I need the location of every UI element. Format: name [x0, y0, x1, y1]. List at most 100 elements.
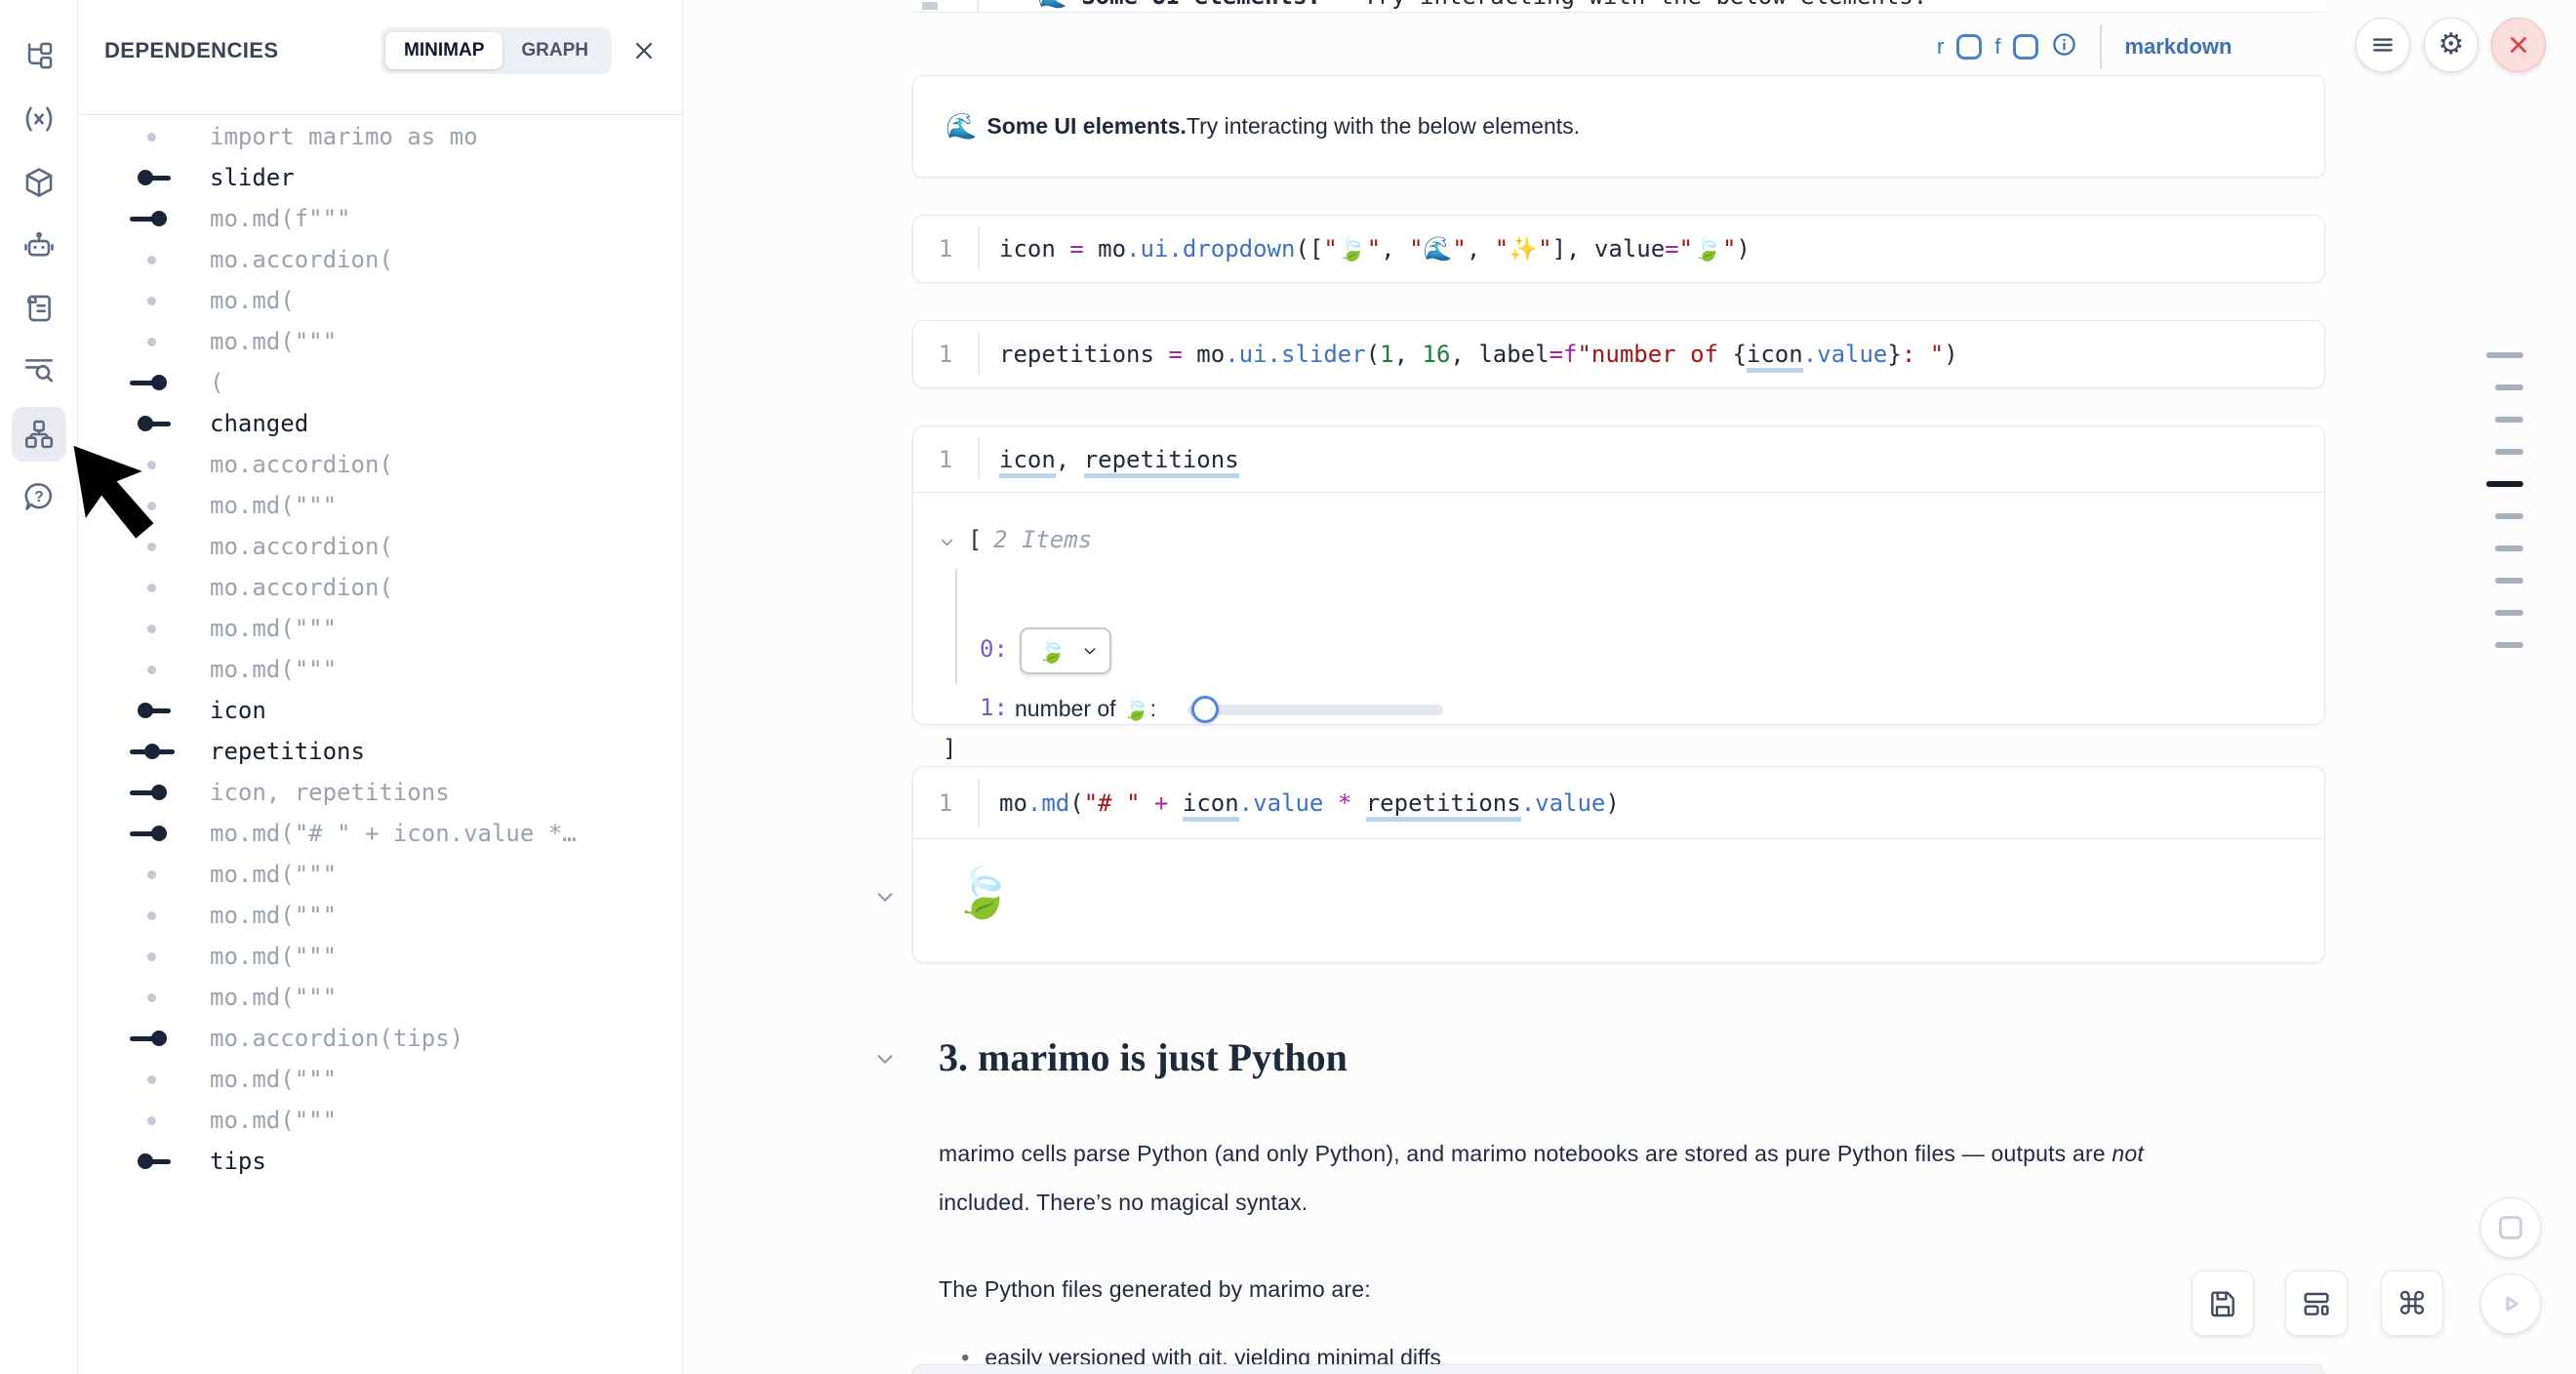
minimap-item[interactable]: mo.accordion(tips)	[79, 1018, 682, 1059]
scroll-rail-dash[interactable]	[2495, 578, 2523, 584]
stop-icon	[2499, 1216, 2522, 1239]
dependencies-panel: DEPENDENCIES MINIMAP GRAPH import marimo…	[79, 0, 683, 1374]
minimap-item[interactable]: (	[79, 362, 682, 403]
minimap-item[interactable]: changed	[79, 403, 682, 444]
minimap-item[interactable]: mo.accordion(	[79, 444, 682, 485]
scroll-rail-dash[interactable]	[2486, 481, 2523, 487]
minimap-item-label: icon, repetitions	[210, 779, 450, 806]
scroll-rail-dash[interactable]	[2495, 417, 2523, 423]
help-icon[interactable]: ?	[12, 469, 66, 524]
minimap-marker-use	[130, 772, 175, 813]
minimap-item[interactable]: mo.md("""	[79, 854, 682, 895]
collapse-section-icon[interactable]	[874, 1048, 896, 1074]
line-number: 1	[913, 321, 978, 387]
run-button[interactable]	[2480, 1273, 2541, 1334]
layout-button[interactable]	[2285, 1271, 2348, 1336]
minimap-item[interactable]: mo.accordion(	[79, 526, 682, 567]
minimap-marker-use	[130, 198, 175, 239]
repetitions-slider-knob[interactable]	[1191, 696, 1219, 723]
minimap-item-label: import marimo as mo	[210, 123, 478, 150]
close-panel-button[interactable]	[631, 38, 657, 63]
info-icon[interactable]	[2051, 31, 2077, 62]
minimap-item[interactable]: mo.md("""	[79, 608, 682, 649]
minimap-marker-both	[130, 731, 175, 772]
scroll-rail-dash[interactable]	[2495, 642, 2523, 648]
f-checkbox[interactable]	[2013, 34, 2038, 60]
minimap-marker-dot	[130, 1100, 175, 1141]
menu-button[interactable]	[2355, 18, 2410, 72]
scroll-rail-dash[interactable]	[2495, 449, 2523, 455]
minimap-marker-dot	[130, 485, 175, 526]
tab-minimap[interactable]: MINIMAP	[385, 32, 503, 69]
r-checkbox[interactable]	[1956, 34, 1982, 60]
icon-dropdown[interactable]: 🍃	[1020, 627, 1111, 674]
minimap-marker-use	[130, 813, 175, 854]
minimap-item[interactable]: mo.accordion(	[79, 567, 682, 608]
minimap-marker-dot	[130, 977, 175, 1018]
minimap-item[interactable]: slider	[79, 157, 682, 198]
scroll-rail-dash[interactable]	[2495, 513, 2523, 519]
gutter-separator	[978, 438, 980, 480]
ai-assistant-icon[interactable]	[12, 219, 66, 273]
slider-code-cell[interactable]: 1 repetitions = mo.ui.slider(1, 16, labe…	[912, 320, 2325, 388]
repetitions-slider-track[interactable]	[1187, 705, 1443, 715]
packages-icon[interactable]	[12, 155, 66, 210]
search-list-icon[interactable]	[12, 344, 66, 398]
shortcuts-button[interactable]: ⌘	[2381, 1271, 2443, 1336]
minimap-item[interactable]: mo.md("""	[79, 895, 682, 936]
gutter-separator	[977, 0, 979, 12]
minimap-item[interactable]: mo.md("""	[79, 1100, 682, 1141]
tab-graph[interactable]: GRAPH	[503, 32, 607, 69]
minimap-item[interactable]: tips	[79, 1141, 682, 1182]
minimap-item-label: repetitions	[210, 738, 365, 765]
next-cell-edge	[912, 1364, 2325, 1374]
minimap-item[interactable]: mo.md("""	[79, 936, 682, 977]
minimap-item[interactable]: import marimo as mo	[79, 116, 682, 157]
minimap-item-label: mo.accordion(	[210, 533, 393, 560]
minimap-marker-dot	[130, 895, 175, 936]
minimap-item[interactable]: mo.md("""	[79, 321, 682, 362]
dropdown-code-cell[interactable]: 1 icon = mo.ui.dropdown(["🍃", "🌊", "✨"],…	[912, 215, 2325, 283]
minimap-marker-dot	[130, 1059, 175, 1100]
minimap-item[interactable]: mo.md("""	[79, 485, 682, 526]
minimap-item[interactable]: mo.accordion(	[79, 239, 682, 280]
code-line[interactable]: icon = mo.ui.dropdown(["🍃", "🌊", "✨"], v…	[999, 235, 1751, 263]
minimap-item[interactable]: icon	[79, 690, 682, 731]
close-button[interactable]	[2491, 18, 2546, 72]
minimap-item[interactable]: mo.md("""	[79, 977, 682, 1018]
code-line[interactable]: repetitions = mo.ui.slider(1, 16, label=…	[999, 341, 1958, 368]
collapse-output-icon[interactable]	[874, 886, 896, 912]
md-editor[interactable]: 1 mo.md("# " + icon.value * repetitions.…	[913, 767, 2324, 839]
settings-button[interactable]: ⚙	[2424, 18, 2478, 72]
variables-icon[interactable]	[12, 92, 66, 146]
snippets-icon[interactable]	[12, 281, 66, 336]
stop-button[interactable]	[2480, 1197, 2541, 1258]
file-tree-icon[interactable]	[12, 28, 66, 83]
markdown-editor-toolbar: r f markdown	[1937, 23, 2232, 70]
minimap-item[interactable]: mo.md(f"""	[79, 198, 682, 239]
code-line[interactable]: mo.md("# " + icon.value * repetitions.va…	[999, 789, 1620, 817]
gear-icon: ⚙	[2438, 30, 2465, 60]
minimap-item[interactable]: mo.md("""	[79, 649, 682, 690]
tuple-cell: 1 icon, repetitions [ 2 Items 0: 🍃 1: nu…	[912, 425, 2325, 725]
scroll-rail-dash[interactable]	[2495, 546, 2523, 551]
tree-collapse-icon[interactable]	[939, 534, 955, 555]
scroll-rail-dash[interactable]	[2486, 352, 2523, 358]
minimap-item[interactable]: mo.md("""	[79, 1059, 682, 1100]
minimap-item[interactable]: icon, repetitions	[79, 772, 682, 813]
dependency-graph-icon[interactable]	[12, 407, 66, 462]
minimap-item[interactable]: mo.md("# " + icon.value *…	[79, 813, 682, 854]
minimap-item-label: mo.accordion(	[210, 451, 393, 478]
minimap-item[interactable]: mo.md(	[79, 280, 682, 321]
minimap-item[interactable]: repetitions	[79, 731, 682, 772]
code-line[interactable]: icon, repetitions	[999, 446, 1239, 473]
markdown-language-badge[interactable]: markdown	[2124, 34, 2232, 60]
minimap-list: import marimo as moslidermo.md(f"""mo.ac…	[79, 116, 682, 1182]
minimap-item-label: (	[210, 369, 223, 396]
scroll-rail-dash[interactable]	[2495, 384, 2523, 390]
minimap-item-label: mo.md("""	[210, 656, 337, 683]
scroll-rail-dash[interactable]	[2495, 610, 2523, 616]
tuple-editor[interactable]: 1 icon, repetitions	[913, 426, 2324, 493]
save-button[interactable]	[2192, 1271, 2254, 1336]
markdown-editor-partial[interactable]: **🌊 Some UI elements.** Try interacting …	[912, 0, 2325, 13]
